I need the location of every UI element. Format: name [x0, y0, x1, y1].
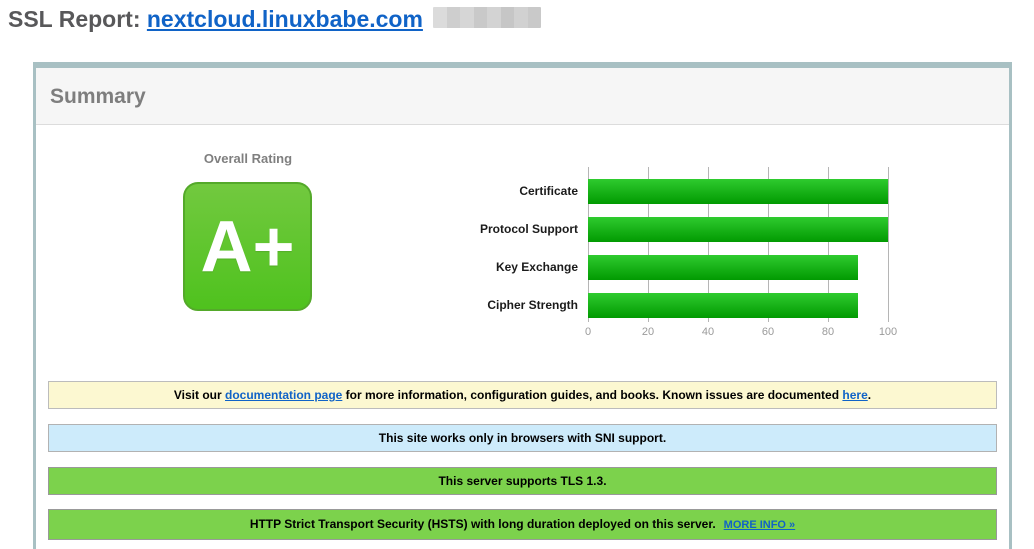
grade-badge: A+ — [183, 182, 312, 311]
bar-label-certificate: Certificate — [519, 184, 578, 198]
bar-label-key-exchange: Key Exchange — [495, 260, 578, 274]
grade-text: A+ — [200, 206, 295, 287]
summary-panel: Summary Overall Rating A+ 0 20 40 60 80 100 Ce… — [33, 62, 1012, 549]
banner-hsts-text: HTTP Strict Transport Security (HSTS) wi… — [249, 517, 716, 531]
x-tick-label-40: 40 — [701, 326, 715, 338]
bar-protocol-support — [588, 217, 888, 242]
summary-heading: Summary — [36, 68, 1009, 125]
hsts-more-info-link[interactable]: MORE INFO » — [724, 519, 796, 531]
redacted-ip-blur — [432, 7, 541, 28]
hostname-link[interactable]: nextcloud.linuxbabe.com — [147, 6, 423, 32]
documentation-page-link[interactable]: documentation page — [225, 388, 342, 402]
bar-chart: 0 20 40 60 80 100 Certificate Protocol Support K… — [428, 167, 928, 347]
banner-tls13: This server supports TLS 1.3. — [48, 467, 997, 495]
x-tick-label-60: 60 — [761, 326, 775, 338]
bar-label-cipher-strength: Cipher Strength — [487, 298, 578, 312]
banner-tls13-text: This server supports TLS 1.3. — [438, 474, 607, 488]
known-issues-link[interactable]: here — [842, 388, 867, 402]
x-tick-label-0: 0 — [584, 326, 592, 338]
banner-sni: This site works only in browsers with SN… — [48, 424, 997, 452]
banner-hsts: HTTP Strict Transport Security (HSTS) wi… — [48, 509, 997, 540]
bar-key-exchange — [588, 255, 858, 280]
overall-rating-label: Overall Rating — [203, 151, 293, 166]
page-title-prefix: SSL Report: — [8, 6, 147, 32]
x-tick-label-80: 80 — [821, 326, 835, 338]
banner-sni-text: This site works only in browsers with SN… — [378, 431, 667, 445]
x-tick-label-20: 20 — [641, 326, 655, 338]
banner-documentation-text: Visit our — [173, 388, 225, 402]
page: SSL Report: nextcloud.linuxbabe.com Summ… — [0, 0, 1034, 549]
banner-documentation: Visit our documentation page for more in… — [48, 381, 997, 409]
bar-label-protocol-support: Protocol Support — [480, 222, 578, 236]
bar-cipher-strength — [588, 293, 858, 318]
gridline-100 — [888, 167, 889, 322]
bar-certificate — [588, 179, 888, 204]
page-title: SSL Report: nextcloud.linuxbabe.com — [8, 6, 541, 33]
x-tick-label-100: 100 — [878, 326, 898, 338]
